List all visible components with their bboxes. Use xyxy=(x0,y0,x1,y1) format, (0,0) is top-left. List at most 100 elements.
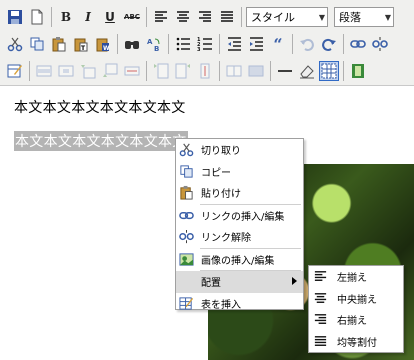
insert-col-after-icon[interactable] xyxy=(173,61,193,81)
strikethrough-button[interactable]: ABC xyxy=(122,7,142,27)
toolbar-separator xyxy=(219,34,220,54)
align-left-icon[interactable] xyxy=(151,7,171,27)
toolbar: B I U ABC スタイル ▼ 段落 ▼ T W A B 1 2 3 “ xyxy=(0,0,414,86)
split-cells-icon[interactable] xyxy=(224,61,244,81)
save-icon[interactable] xyxy=(5,7,25,27)
indent-icon[interactable] xyxy=(246,34,266,54)
delete-row-icon[interactable] xyxy=(122,61,142,81)
menu-item-label: コピー xyxy=(201,167,231,179)
toolbar-separator xyxy=(168,34,169,54)
menu-item-label: 表を挿入 xyxy=(201,299,241,311)
toolbar-separator xyxy=(241,7,242,27)
format-select-value: 段落 xyxy=(339,11,361,24)
editor-paragraph[interactable]: 本文本文本文本文本文本文 xyxy=(14,97,186,117)
submenu-item-label: 右揃え xyxy=(337,316,367,328)
toolbar-separator xyxy=(219,61,220,81)
submenu-item-align-justify[interactable]: 均等割付 xyxy=(309,331,403,353)
menu-item-align[interactable]: 配置 xyxy=(176,271,303,293)
menu-item-insert-image[interactable]: 画像の挿入/編集 xyxy=(176,249,303,271)
context-menu: 切り取り コピー 貼り付け リンクの挿入/編集 リンク解除 画像の挿入/編集 配… xyxy=(175,138,304,311)
toolbar-separator xyxy=(270,61,271,81)
link-icon[interactable] xyxy=(348,34,368,54)
format-select[interactable]: 段落 ▼ xyxy=(334,7,394,27)
editor-paragraph-selected[interactable]: 本文本文本文本文本文本文 xyxy=(14,131,188,151)
toolbar-row-3 xyxy=(5,58,370,84)
find-icon[interactable] xyxy=(122,34,142,54)
align-submenu: 左揃え 中央揃え 右揃え 均等割付 xyxy=(308,265,404,353)
replace-icon[interactable]: AB xyxy=(144,34,164,54)
align-justify-icon xyxy=(312,333,328,349)
toolbar-row-2: T W AB 123 “ xyxy=(5,31,392,57)
svg-text:A: A xyxy=(147,38,153,46)
chevron-down-icon: ▼ xyxy=(384,12,391,22)
svg-text:W: W xyxy=(103,45,110,52)
edit-table-icon[interactable] xyxy=(5,61,25,81)
submenu-item-label: 均等割付 xyxy=(337,337,377,349)
delete-col-icon[interactable] xyxy=(195,61,215,81)
menu-item-cut[interactable]: 切り取り xyxy=(176,139,303,161)
cell-props-icon[interactable] xyxy=(56,61,76,81)
style-select-value: スタイル xyxy=(251,11,295,24)
submenu-arrow-icon xyxy=(292,277,297,285)
svg-text:3: 3 xyxy=(197,47,201,52)
align-center-icon[interactable] xyxy=(173,7,193,27)
align-right-icon xyxy=(312,312,328,328)
italic-button[interactable]: I xyxy=(78,7,98,27)
paste-icon xyxy=(178,185,194,201)
paste-word-icon[interactable]: W xyxy=(93,34,113,54)
row-props-icon[interactable] xyxy=(34,61,54,81)
align-justify-icon[interactable] xyxy=(217,7,237,27)
outdent-icon[interactable] xyxy=(224,34,244,54)
submenu-item-label: 左揃え xyxy=(337,273,367,285)
align-left-icon xyxy=(312,269,328,285)
menu-item-label: 画像の挿入/編集 xyxy=(201,255,275,267)
menu-item-unlink[interactable]: リンク解除 xyxy=(176,226,303,248)
bullet-list-icon[interactable] xyxy=(173,34,193,54)
submenu-item-align-left[interactable]: 左揃え xyxy=(309,266,403,288)
visual-aid-icon[interactable] xyxy=(319,61,339,81)
toolbar-separator xyxy=(343,61,344,81)
media-icon[interactable] xyxy=(348,61,368,81)
style-select[interactable]: スタイル ▼ xyxy=(246,7,328,27)
align-right-icon[interactable] xyxy=(195,7,215,27)
insert-col-before-icon[interactable] xyxy=(151,61,171,81)
blockquote-icon[interactable]: “ xyxy=(268,34,288,54)
submenu-item-label: 中央揃え xyxy=(337,294,377,306)
copy-icon[interactable] xyxy=(27,34,47,54)
eraser-icon[interactable] xyxy=(297,61,317,81)
toolbar-separator xyxy=(29,61,30,81)
toolbar-separator xyxy=(51,7,52,27)
menu-item-insert-table[interactable]: 表を挿入 xyxy=(176,293,303,315)
toolbar-separator xyxy=(146,61,147,81)
merge-cells-icon[interactable] xyxy=(246,61,266,81)
menu-item-insert-link[interactable]: リンクの挿入/編集 xyxy=(176,205,303,227)
menu-item-copy[interactable]: コピー xyxy=(176,161,303,183)
toolbar-separator xyxy=(117,34,118,54)
link-icon xyxy=(178,207,194,223)
horizontal-rule-icon[interactable] xyxy=(275,61,295,81)
paste-icon[interactable] xyxy=(49,34,69,54)
toolbar-row-1: B I U ABC スタイル ▼ 段落 ▼ xyxy=(5,4,400,30)
menu-item-paste[interactable]: 貼り付け xyxy=(176,182,303,204)
scissors-icon xyxy=(178,142,194,158)
submenu-item-align-right[interactable]: 右揃え xyxy=(309,309,403,331)
scissors-icon[interactable] xyxy=(5,34,25,54)
unlink-icon[interactable] xyxy=(370,34,390,54)
undo-icon[interactable] xyxy=(297,34,317,54)
numbered-list-icon[interactable]: 123 xyxy=(195,34,215,54)
submenu-item-align-center[interactable]: 中央揃え xyxy=(309,288,403,310)
redo-icon[interactable] xyxy=(319,34,339,54)
menu-item-label: 切り取り xyxy=(201,146,241,158)
align-center-icon xyxy=(312,290,328,306)
new-document-icon[interactable] xyxy=(27,7,47,27)
chevron-down-icon: ▼ xyxy=(318,12,325,22)
underline-button[interactable]: U xyxy=(100,7,120,27)
menu-item-label: リンクの挿入/編集 xyxy=(201,211,285,223)
paste-text-icon[interactable]: T xyxy=(71,34,91,54)
copy-icon xyxy=(178,163,194,179)
insert-row-after-icon[interactable] xyxy=(100,61,120,81)
insert-row-before-icon[interactable] xyxy=(78,61,98,81)
bold-button[interactable]: B xyxy=(56,7,76,27)
toolbar-separator xyxy=(146,7,147,27)
menu-item-label: 貼り付け xyxy=(201,189,241,201)
